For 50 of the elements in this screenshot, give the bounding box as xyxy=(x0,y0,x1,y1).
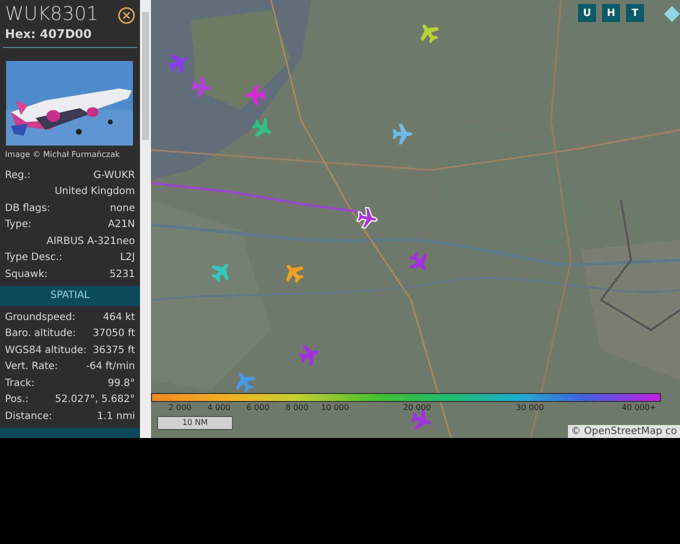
field-value: A21N xyxy=(108,218,135,232)
field-label: Vert. Rate: xyxy=(5,360,58,374)
legend-label: 10 000 xyxy=(321,403,349,413)
field-value: L2J xyxy=(120,251,135,266)
field-value: G-WUKR xyxy=(93,168,135,183)
legend-label: 20 000 xyxy=(403,403,431,413)
scrollbar[interactable] xyxy=(140,0,151,438)
field-label: WGS84 altitude: xyxy=(5,344,87,358)
field-value: United Kingdom xyxy=(54,185,135,200)
field-value: none xyxy=(110,202,135,216)
photo-credit: Image © Michał Furmańczak xyxy=(4,150,121,160)
field-value: 1.1 nmi xyxy=(97,410,135,424)
close-icon[interactable] xyxy=(118,7,135,24)
plane-icon[interactable] xyxy=(251,117,273,139)
scale-bar: 10 NM xyxy=(157,416,233,430)
field-label: Type Desc.: xyxy=(5,251,62,266)
field-value: 99.8° xyxy=(108,376,135,391)
field-label: Type: xyxy=(5,218,32,232)
hex-code: Hex: 407D00 xyxy=(5,26,93,42)
legend-label: 2 000 xyxy=(168,403,192,413)
callsign: WUK8301 xyxy=(5,2,99,26)
field-label: DB flags: xyxy=(5,202,50,216)
layers-icon[interactable] xyxy=(664,4,680,24)
plane-icon[interactable] xyxy=(356,207,378,229)
legend-label: 8 000 xyxy=(286,403,308,413)
field-value: 36375 ft xyxy=(92,344,135,358)
legend-label: 4 000 xyxy=(208,403,230,413)
field-label: Reg.: xyxy=(5,168,31,183)
map-attribution: © OpenStreetMap co xyxy=(568,425,680,438)
legend-label: 30 000 xyxy=(516,403,544,413)
map-toggle-button[interactable]: H xyxy=(602,4,620,22)
plane-icon[interactable] xyxy=(418,22,440,44)
field-label: Groundspeed: xyxy=(5,310,76,325)
field-value: 52.027°, 5.682° xyxy=(55,393,135,408)
legend-label: 6 000 xyxy=(246,403,270,413)
field-label: Pos.: xyxy=(5,393,29,408)
section-header: SPATIAL xyxy=(0,286,140,306)
field-value: 37050 ft xyxy=(92,327,135,342)
field-value: 464 kt xyxy=(103,310,135,325)
map-toggle-button[interactable]: U xyxy=(578,4,596,22)
legend-label: 40 000+ xyxy=(622,403,656,413)
map-toggle-button[interactable]: T xyxy=(626,4,644,22)
field-value: 5231 xyxy=(110,268,135,282)
plane-icon[interactable] xyxy=(391,123,413,145)
field-label: Baro. altitude: xyxy=(5,327,76,342)
field-value: AIRBUS A-321neo xyxy=(46,234,135,249)
field-label: Distance: xyxy=(5,410,52,424)
field-label: Squawk: xyxy=(5,268,48,282)
field-value: -64 ft/min xyxy=(86,360,135,374)
field-label: Track: xyxy=(5,376,35,391)
